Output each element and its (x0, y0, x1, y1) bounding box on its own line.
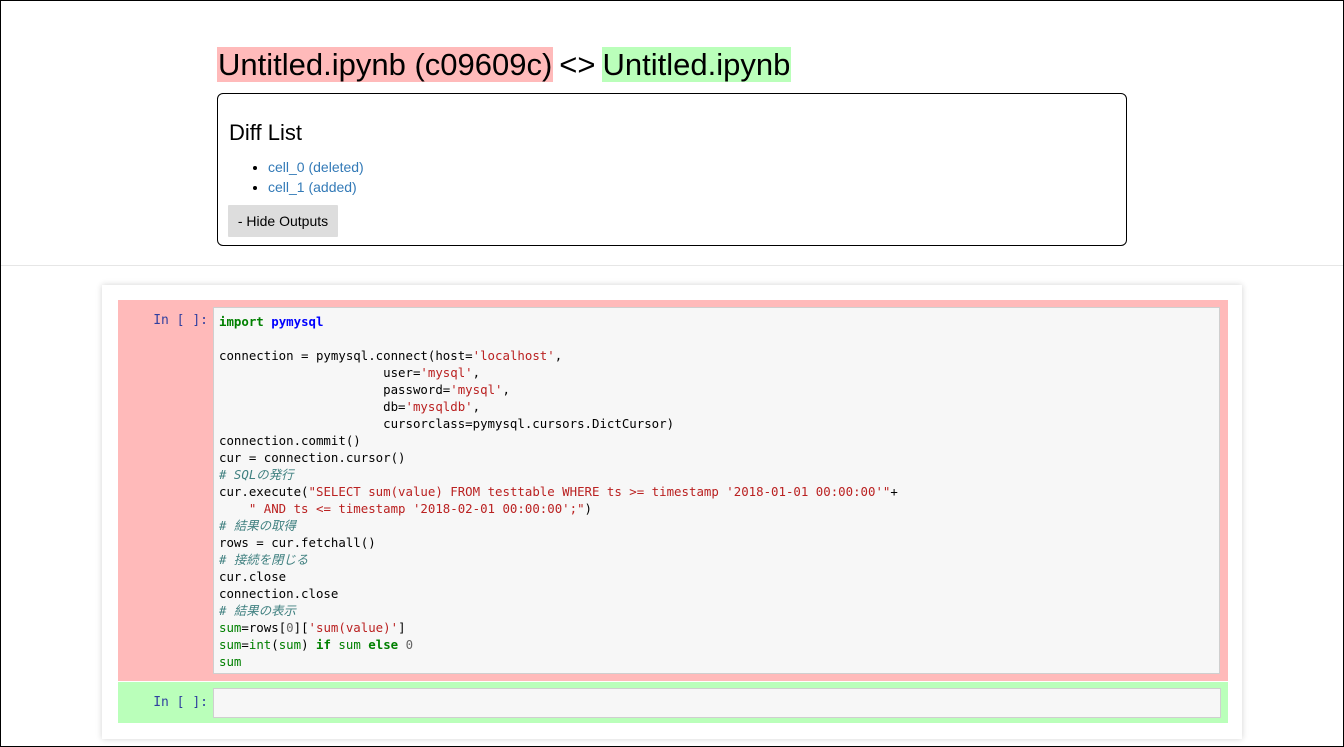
diff-link-cell-0[interactable]: cell_0 (deleted) (268, 159, 364, 175)
diff-link-cell-1[interactable]: cell_1 (added) (268, 179, 357, 195)
notebook-diff-panel: In [ ]: import pymysql connection = pymy… (102, 285, 1242, 739)
diff-list-heading: Diff List (229, 120, 302, 145)
diff-header: Untitled.ipynb (c09609c) <> Untitled.ipynb… (1, 1, 1343, 266)
diff-list: cell_0 (deleted) cell_1 (added) (229, 157, 364, 197)
input-prompt: In [ ]: (153, 313, 208, 328)
added-cell: In [ ]: (118, 682, 1228, 723)
old-notebook-title: Untitled.ipynb (c09609c) (217, 47, 554, 82)
deleted-cell: In [ ]: import pymysql connection = pymy… (118, 300, 1228, 681)
page-title: Untitled.ipynb (c09609c) <> Untitled.ipynb (217, 46, 792, 84)
code-editor[interactable]: import pymysql connection = pymysql.conn… (213, 307, 1220, 674)
title-separator: <> (559, 47, 596, 82)
input-prompt: In [ ]: (153, 695, 208, 710)
list-item: cell_0 (deleted) (268, 157, 364, 177)
list-item: cell_1 (added) (268, 177, 364, 197)
code-content: import pymysql connection = pymysql.conn… (219, 314, 898, 669)
hide-outputs-button[interactable]: - Hide Outputs (228, 205, 338, 237)
diff-list-panel: Diff List cell_0 (deleted) cell_1 (added… (217, 93, 1127, 246)
code-editor-empty[interactable] (213, 688, 1221, 718)
new-notebook-title: Untitled.ipynb (601, 47, 792, 82)
